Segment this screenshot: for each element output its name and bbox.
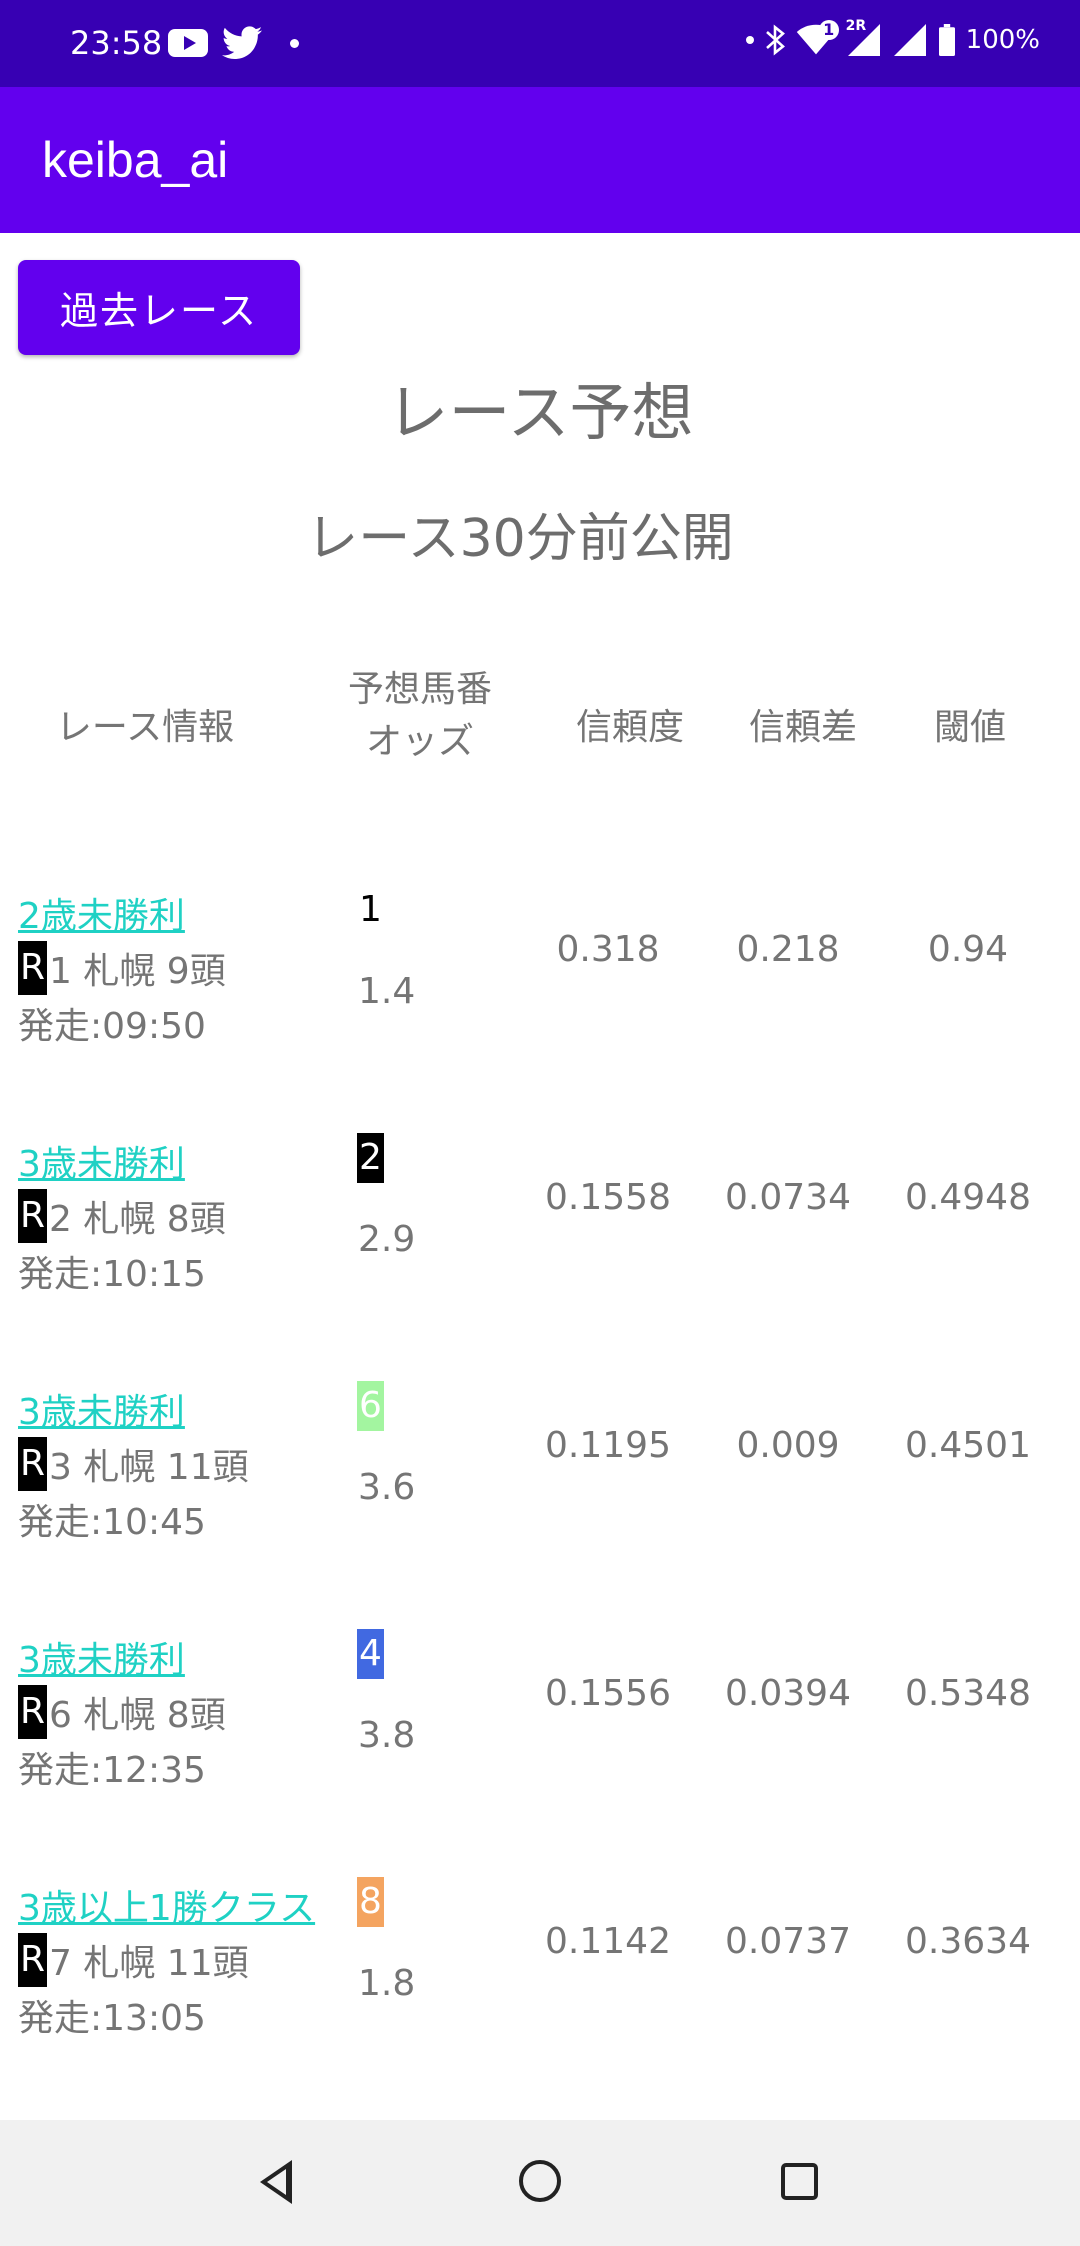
header-odds: オッズ <box>365 721 474 763</box>
threshold-value: 0.4948 <box>905 1177 1031 1218</box>
race-number-badge: R <box>18 1933 48 1987</box>
race-name-link[interactable]: 3歳未勝利 <box>18 1383 185 1435</box>
confidence-value: 0.1558 <box>545 1177 671 1218</box>
past-races-button[interactable]: 過去レース <box>18 260 300 355</box>
race-start-time: 発走:10:15 <box>18 1254 206 1295</box>
odds-value: 3.8 <box>358 1715 416 1756</box>
status-time: 23:58 <box>70 24 163 62</box>
predicted-horse-number: 4 <box>357 1629 384 1679</box>
race-detail-text: 1 札幌 9頭 <box>49 951 226 992</box>
odds-value: 1.8 <box>358 1963 416 2004</box>
predicted-horse-number: 1 <box>357 885 384 935</box>
status-left-icons <box>168 26 299 60</box>
back-icon[interactable] <box>260 2160 292 2204</box>
race-detail: R2 札幌 8頭 <box>18 1189 226 1243</box>
race-number-badge: R <box>18 1437 48 1491</box>
confidence-diff-value: 0.0737 <box>725 1921 851 1962</box>
twitter-icon <box>222 26 262 59</box>
threshold-value: 0.3634 <box>905 1921 1031 1962</box>
table-row: 3歳未勝利 R 6 札幌 8頭発走:12:35 4 3.8 0.1556 0.0394 0.5… <box>0 1629 1080 1851</box>
table-row: 3歳以上1勝クラス R 7 札幌 11頭発走:13:05 8 1.8 0.1142 0.07… <box>0 1877 1080 2099</box>
race-name-link[interactable]: 3歳未勝利 <box>18 1631 185 1683</box>
header-horse-odds: 予想馬番 オッズ <box>320 664 520 768</box>
race-start-time: 発走:10:45 <box>18 1502 206 1543</box>
status-right: 1 2R 100% <box>745 18 1040 56</box>
confidence-diff-value: 0.009 <box>736 1425 840 1466</box>
race-detail: R6 札幌 8頭 <box>18 1685 226 1739</box>
race-name-link[interactable]: 2歳未勝利 <box>18 887 185 939</box>
threshold-value: 0.5348 <box>905 1673 1031 1714</box>
confidence-value: 0.1142 <box>545 1921 671 1962</box>
page-title: レース予想 <box>386 376 694 449</box>
battery-icon <box>938 24 955 56</box>
predicted-horse-number: 2 <box>357 1133 384 1183</box>
race-detail-text: 7 札幌 11頭 <box>49 1943 249 1984</box>
confidence-diff-value: 0.218 <box>736 929 840 970</box>
race-number-badge: R <box>18 941 48 995</box>
battery-percent: 100% <box>965 25 1040 55</box>
bluetooth-icon <box>765 24 785 56</box>
header-threshold: 閾値 <box>933 707 1006 748</box>
race-detail: R7 札幌 11頭 <box>18 1933 249 1987</box>
race-number-badge: R <box>18 1189 48 1243</box>
race-name-link[interactable]: 3歳以上1勝クラス <box>18 1879 315 1931</box>
signal-icon: 2R <box>846 18 882 56</box>
confidence-diff-value: 0.0394 <box>725 1673 851 1714</box>
race-detail: R3 札幌 11頭 <box>18 1437 249 1491</box>
navigation-bar <box>0 2120 1080 2246</box>
confidence-value: 0.1556 <box>545 1673 671 1714</box>
table-row: 3歳未勝利 R 2 札幌 8頭発走:10:15 2 2.9 0.1558 0.0734 0.4… <box>0 1133 1080 1355</box>
race-detail: R1 札幌 9頭 <box>18 941 226 995</box>
threshold-value: 0.94 <box>927 929 1009 970</box>
youtube-icon <box>168 29 208 57</box>
race-detail-text: 6 札幌 8頭 <box>49 1695 226 1736</box>
confidence-value: 0.1195 <box>545 1425 671 1466</box>
predicted-horse-number: 8 <box>357 1877 384 1927</box>
page-subtitle: レース30分前公開 <box>306 509 734 569</box>
signal-badge: 2R <box>845 18 867 34</box>
race-start-time: 発走:09:50 <box>18 1006 206 1047</box>
home-icon[interactable] <box>519 2160 561 2202</box>
recents-icon[interactable] <box>781 2163 818 2200</box>
table-row: 3歳未勝利 R 3 札幌 11頭発走:10:45 6 3.6 0.1195 0.009 0.4… <box>0 1381 1080 1603</box>
race-number-badge: R <box>18 1685 48 1739</box>
predicted-horse-number: 6 <box>357 1381 384 1431</box>
odds-value: 2.9 <box>358 1219 416 1260</box>
app-title: keiba_ai <box>42 132 229 188</box>
app-bar: keiba_ai <box>0 87 1080 233</box>
confidence-value: 0.318 <box>556 929 660 970</box>
confidence-diff-value: 0.0734 <box>725 1177 851 1218</box>
table-row: 2歳未勝利 R 1 札幌 9頭発走:09:50 1 1.4 0.318 0.218 0.94 <box>0 885 1080 1107</box>
signal-icon <box>893 24 926 56</box>
header-horse-number: 予想馬番 <box>347 669 492 710</box>
notification-dot-icon <box>290 38 299 48</box>
threshold-value: 0.4501 <box>905 1425 1031 1466</box>
wifi-badge: 1 <box>818 20 839 40</box>
race-start-time: 発走:12:35 <box>18 1750 206 1791</box>
race-detail-text: 3 札幌 11頭 <box>49 1447 249 1488</box>
dot-icon <box>745 36 754 44</box>
header-confidence: 信頼度 <box>575 707 684 748</box>
odds-value: 3.6 <box>358 1467 416 1508</box>
header-race-info: レース情報 <box>55 707 235 748</box>
odds-value: 1.4 <box>358 971 416 1012</box>
race-start-time: 発走:13:05 <box>18 1998 206 2039</box>
wifi-icon: 1 <box>796 20 839 56</box>
race-detail-text: 2 札幌 8頭 <box>49 1199 226 1240</box>
status-bar: 23:58 1 2R 100% <box>0 0 1080 87</box>
race-name-link[interactable]: 3歳未勝利 <box>18 1135 185 1187</box>
